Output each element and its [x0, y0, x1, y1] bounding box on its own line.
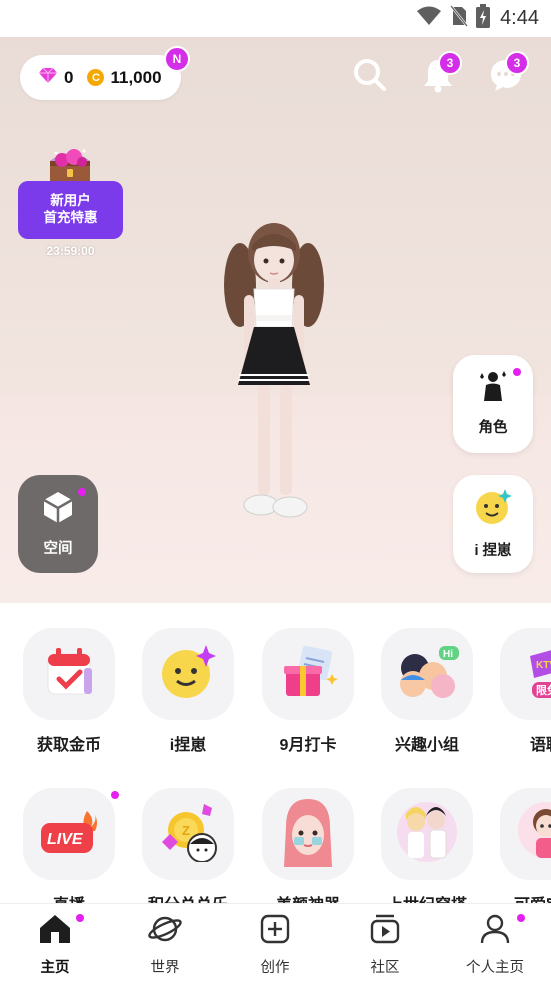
nav-world[interactable]: 世界 [120, 914, 210, 977]
search-button[interactable] [350, 57, 390, 97]
nav-home[interactable]: 主页 [10, 914, 100, 977]
new-badge: N [164, 46, 190, 72]
points-coin-icon: Z [156, 802, 220, 867]
feature-label: 语聊 [529, 737, 551, 754]
nav-home-label: 主页 [40, 960, 70, 976]
group-hi-icon: Hi [395, 642, 459, 707]
space-new-dot [78, 488, 86, 496]
nav-community-label: 社区 [370, 960, 400, 976]
cute-baby-icon [516, 800, 551, 869]
notifications-count: 3 [438, 51, 462, 75]
first-recharge-promo[interactable]: 新用户 首充特惠 [18, 181, 123, 239]
feature-tile-points[interactable]: Z [142, 788, 234, 880]
space-button[interactable]: 空间 [18, 475, 98, 573]
live-new-dot [111, 791, 119, 799]
feature-tile-face-edit[interactable] [142, 628, 234, 720]
gem-icon [38, 67, 58, 89]
svg-text:Hi: Hi [443, 649, 453, 660]
feature-label: 积分总总乐 [128, 891, 248, 903]
feature-tile-live[interactable]: LIVE [23, 788, 115, 880]
feature-tile-voice-chat[interactable]: KTV 限免 [500, 628, 551, 720]
status-bar: 4:44 [0, 0, 551, 37]
search-icon [353, 58, 387, 97]
feature-label: 获取金币 [36, 737, 101, 754]
feature-label: i捏崽 [169, 737, 207, 754]
cube-icon [42, 490, 74, 529]
feature-label: 可爱宝宝 [486, 891, 551, 903]
no-sim-icon [450, 4, 469, 32]
character-label: 角色 [478, 420, 508, 436]
home-icon [39, 914, 71, 949]
person-icon [480, 914, 510, 949]
feature-tile-get-coins[interactable] [23, 628, 115, 720]
promo-line-1: 新用户 [50, 193, 91, 208]
avatar-character[interactable] [218, 215, 330, 535]
nav-create[interactable]: 创作 [230, 914, 320, 977]
play-square-icon [370, 914, 400, 949]
space-label: 空间 [43, 541, 73, 557]
limited-free-tag: 限免 [536, 683, 551, 697]
face-edit-button[interactable]: i 捏崽 [453, 475, 533, 573]
live-icon: LIVE [37, 807, 101, 862]
profile-new-dot [517, 914, 525, 922]
feature-grid: 获取金币 i捏崽 9月打卡 Hi 兴趣小组 KTV 限免 语聊 LIVE 直播 Z… [0, 603, 551, 903]
bottom-nav: 主页 世界 创作 社区 个人主页 [0, 903, 551, 981]
promo-line-2: 首充特惠 [43, 210, 98, 225]
nav-create-label: 创作 [260, 960, 290, 976]
svg-text:Z: Z [182, 823, 190, 838]
feature-tile-beauty[interactable] [262, 788, 354, 880]
gem-count: 0 [64, 67, 74, 87]
nav-world-label: 世界 [150, 960, 180, 976]
character-icon [478, 371, 508, 408]
avatar-stage[interactable]: 0 C 11,000 N 3 3 新用户 首充特惠 23:59:00 角色 i … [0, 37, 551, 603]
coin-icon: C [87, 69, 105, 86]
character-new-dot [513, 368, 521, 376]
feature-label: 直播 [9, 891, 129, 903]
promo-timer: 23:59:00 [46, 244, 95, 258]
status-time: 4:44 [500, 6, 539, 29]
beauty-face-icon [280, 797, 336, 872]
feature-label: 美颜神器 [248, 891, 368, 903]
retro-outfit-icon [394, 800, 460, 869]
svg-text:KTV: KTV [536, 660, 551, 671]
feature-label: 上世纪穿搭 [367, 891, 487, 903]
nav-profile-label: 个人主页 [466, 960, 524, 976]
coin-count: 11,000 [110, 67, 162, 87]
feature-tile-cute-baby[interactable] [500, 788, 551, 880]
planet-icon [148, 914, 182, 949]
feature-tile-interest-groups[interactable]: Hi [381, 628, 473, 720]
smile-face-icon [160, 644, 216, 705]
plus-square-icon [260, 914, 290, 949]
face-edit-label: i 捏崽 [474, 543, 512, 559]
home-new-dot [76, 914, 84, 922]
svg-text:LIVE: LIVE [47, 831, 84, 848]
smile-face-icon [474, 488, 512, 531]
nav-profile[interactable]: 个人主页 [450, 914, 540, 977]
feature-tile-checkin[interactable] [262, 628, 354, 720]
nav-community[interactable]: 社区 [340, 914, 430, 977]
gift-checklist-icon [278, 644, 338, 705]
character-button[interactable]: 角色 [453, 355, 533, 453]
calendar-check-icon [44, 646, 94, 703]
currency-pill[interactable]: 0 C 11,000 [20, 55, 181, 100]
feature-tile-retro-outfit[interactable] [381, 788, 473, 880]
ktv-icon: KTV 限免 [516, 642, 551, 707]
wifi-icon [416, 5, 442, 32]
messages-count: 3 [505, 51, 529, 75]
feature-label: 9月打卡 [279, 737, 337, 754]
battery-charging-icon [476, 3, 491, 33]
feature-label: 兴趣小组 [394, 737, 459, 754]
